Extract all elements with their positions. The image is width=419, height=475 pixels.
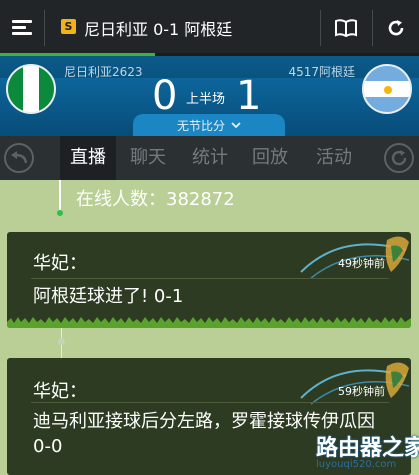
timeline-dot [57,210,63,216]
divider [44,10,45,46]
tab-bar: 直播 聊天 统计 回放 活动 [0,136,419,180]
away-score: 1 [236,73,262,119]
away-team-name: 4517阿根廷 [288,65,355,79]
argentina-flag-icon[interactable] [362,64,412,114]
feed-refresh-button[interactable] [384,143,414,173]
post-author: 华妃： [33,381,87,402]
refresh-button[interactable] [372,0,419,56]
timeline-line [59,180,61,214]
refresh-icon [391,150,407,166]
tab-replay[interactable]: 回放 [242,136,298,180]
tab-events[interactable]: 活动 [302,136,366,180]
watermark-text: 路由器之家 [316,436,419,461]
divider [31,278,389,279]
back-arrow-icon [11,151,28,164]
menu-icon [12,20,32,36]
post-time: 49秒钟前 [338,257,385,270]
chevron-down-icon [231,121,241,128]
page-title: 尼日利亚 0-1 阿根廷 [84,20,233,39]
score-toggle-button[interactable]: 无节比分 [133,114,285,136]
menu-button[interactable] [0,0,44,56]
match-period: 上半场 [186,92,226,107]
app-logo-icon: S [61,19,76,34]
back-button[interactable] [4,143,34,173]
home-score: 0 [152,73,178,119]
tab-stats[interactable]: 统计 [182,136,238,180]
post-card: 华妃： 49秒钟前 阿根廷球进了! 0-1 [7,232,411,328]
tab-live[interactable]: 直播 [60,136,116,180]
score-header: 尼日利亚2623 0 上半场 1 4517阿根廷 无节比分 [0,56,419,136]
grass-decoration [7,317,411,328]
post-time: 59秒钟前 [338,385,385,398]
book-button[interactable] [320,0,372,56]
refresh-icon [388,20,403,36]
tab-chat[interactable]: 聊天 [120,136,176,180]
home-team-name: 尼日利亚2623 [64,65,143,79]
online-count: 在线人数：382872 [76,189,235,210]
post-message: 阿根廷球进了! 0-1 [33,286,184,307]
timeline-dot [58,338,65,345]
top-bar: S 尼日利亚 0-1 阿根廷 [0,0,419,56]
post-author: 华妃： [33,253,87,274]
divider [31,402,389,403]
watermark-url: luyouqi520.com [316,459,397,470]
book-icon [335,19,357,37]
score-toggle-label: 无节比分 [176,118,225,133]
nigeria-flag-icon[interactable] [6,64,56,114]
